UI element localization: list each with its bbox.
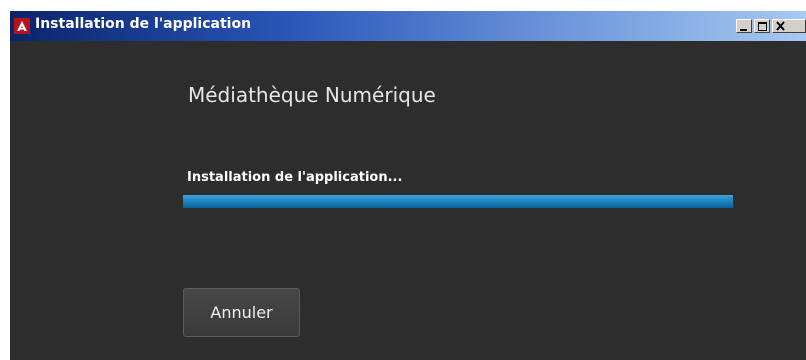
close-icon — [776, 21, 785, 31]
minimize-icon — [740, 29, 747, 31]
installer-window: Installation de l'application Médiathèqu… — [10, 11, 806, 360]
progress-fill — [183, 195, 733, 208]
cancel-button[interactable]: Annuler — [183, 288, 300, 337]
adobe-air-icon — [14, 18, 30, 34]
window-title: Installation de l'application — [35, 16, 252, 32]
minimize-button[interactable] — [736, 19, 752, 33]
close-button[interactable] — [772, 19, 806, 33]
maximize-button[interactable] — [754, 19, 770, 33]
install-status-label: Installation de l'application... — [187, 170, 403, 185]
maximize-icon — [758, 22, 767, 31]
product-name: Médiathèque Numérique — [188, 83, 436, 107]
install-progress-bar — [183, 195, 733, 208]
title-bar[interactable]: Installation de l'application — [10, 11, 806, 41]
